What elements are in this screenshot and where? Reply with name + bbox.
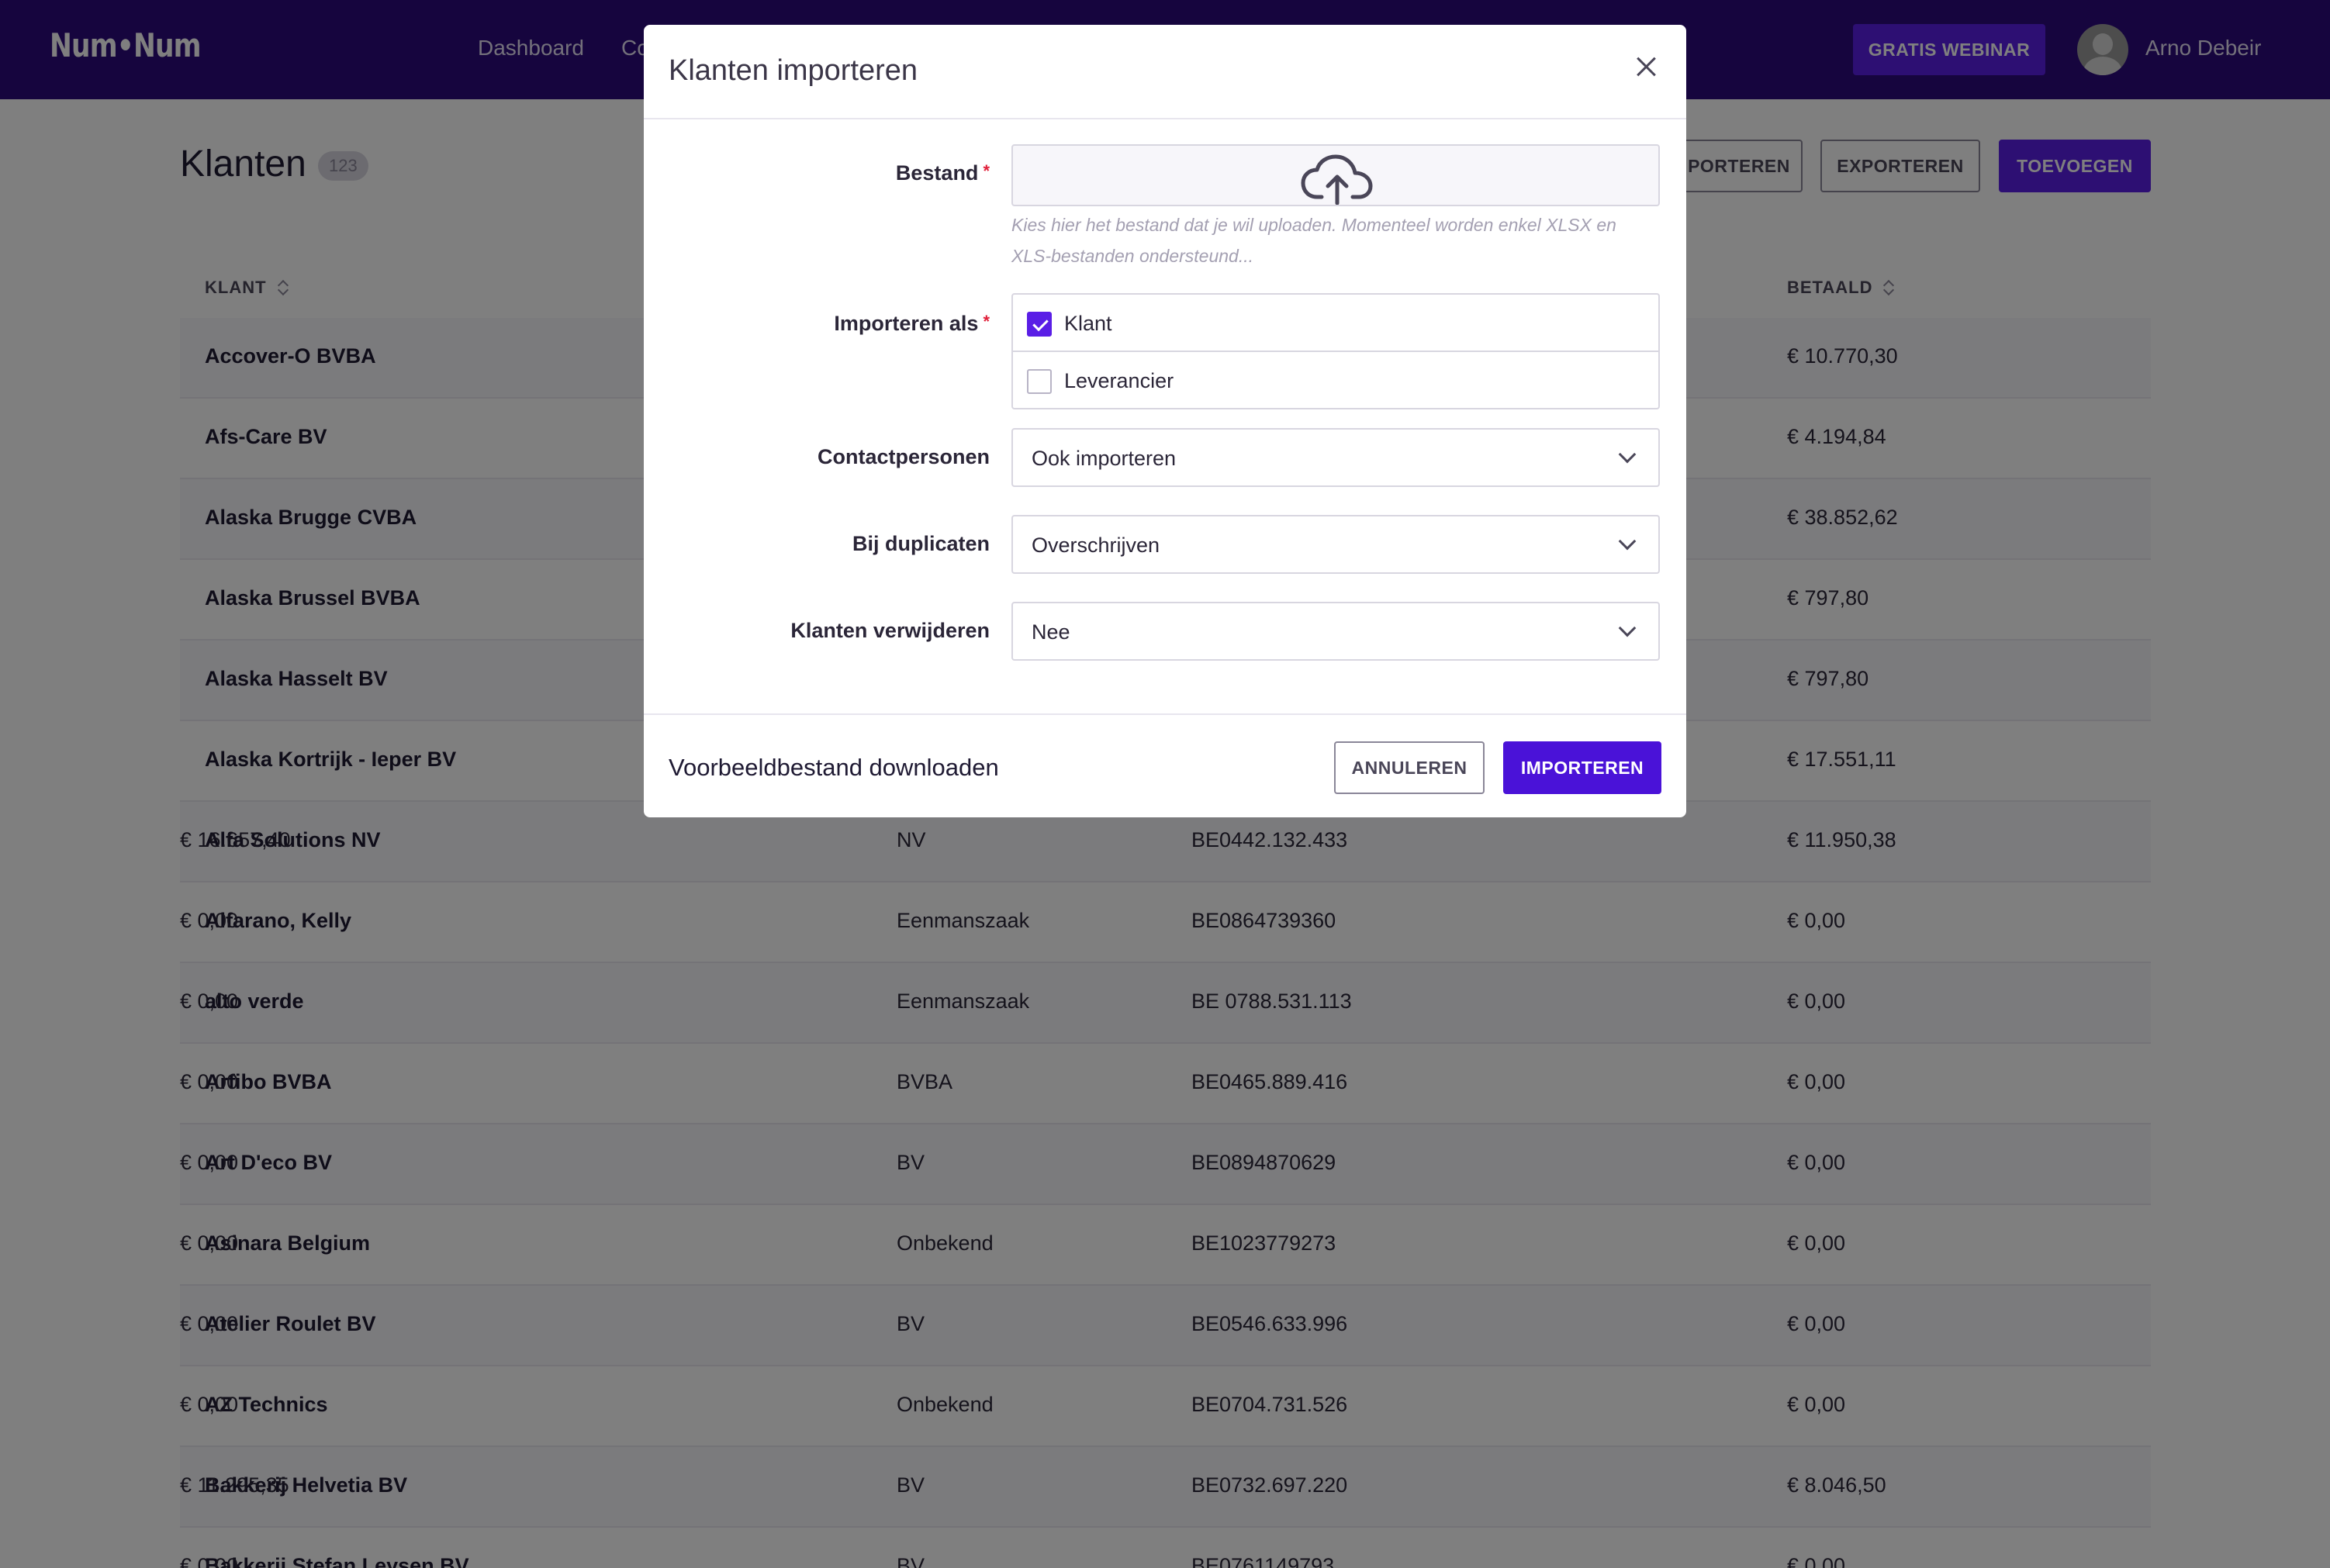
- chevron-down-icon: [1618, 619, 1637, 637]
- checkbox-supplier-label[interactable]: Leverancier: [1064, 369, 1174, 393]
- import-as-option-client[interactable]: Klant: [1013, 295, 1658, 352]
- duplicates-label: Bij duplicaten: [852, 532, 990, 555]
- import-as-label-text: Importeren als: [834, 312, 979, 335]
- chevron-down-icon: [1618, 445, 1637, 464]
- required-marker: *: [983, 312, 990, 331]
- checkbox-client[interactable]: [1027, 312, 1052, 337]
- modal-footer: Voorbeeldbestand downloaden ANNULEREN IM…: [644, 713, 1686, 817]
- file-label-text: Bestand: [895, 161, 979, 185]
- import-as-checklist: Klant Leverancier: [1011, 293, 1660, 409]
- delete-clients-label: Klanten verwijderen: [790, 619, 990, 642]
- close-icon[interactable]: [1630, 51, 1661, 82]
- download-sample-file-link[interactable]: Voorbeeldbestand downloaden: [669, 754, 999, 782]
- file-label: Bestand *: [896, 161, 990, 185]
- cloud-upload-icon: [1301, 154, 1373, 205]
- file-hint: Kies hier het bestand dat je wil uploade…: [1011, 215, 1616, 266]
- required-marker: *: [983, 161, 990, 181]
- contacts-select-value: Ook importeren: [1032, 447, 1177, 470]
- delete-clients-select-value: Nee: [1032, 620, 1070, 644]
- duplicates-select-value: Overschrijven: [1032, 534, 1160, 557]
- import-clients-modal: Klanten importeren Bestand * Kies hier he…: [644, 25, 1686, 817]
- cancel-button[interactable]: ANNULEREN: [1334, 741, 1485, 794]
- modal-header: Klanten importeren: [644, 25, 1686, 119]
- checkbox-supplier[interactable]: [1027, 369, 1052, 394]
- import-submit-button[interactable]: IMPORTEREN: [1503, 741, 1661, 794]
- modal-title: Klanten importeren: [669, 54, 918, 87]
- checkbox-client-label[interactable]: Klant: [1064, 312, 1112, 336]
- contacts-select[interactable]: Ook importeren: [1011, 428, 1660, 487]
- contacts-label: Contactpersonen: [817, 445, 990, 468]
- delete-clients-select[interactable]: Nee: [1011, 602, 1660, 661]
- import-as-option-supplier[interactable]: Leverancier: [1013, 352, 1658, 409]
- file-upload-dropzone[interactable]: [1011, 144, 1660, 206]
- import-as-label: Importeren als *: [834, 312, 990, 336]
- chevron-down-icon: [1618, 532, 1637, 551]
- duplicates-select[interactable]: Overschrijven: [1011, 515, 1660, 574]
